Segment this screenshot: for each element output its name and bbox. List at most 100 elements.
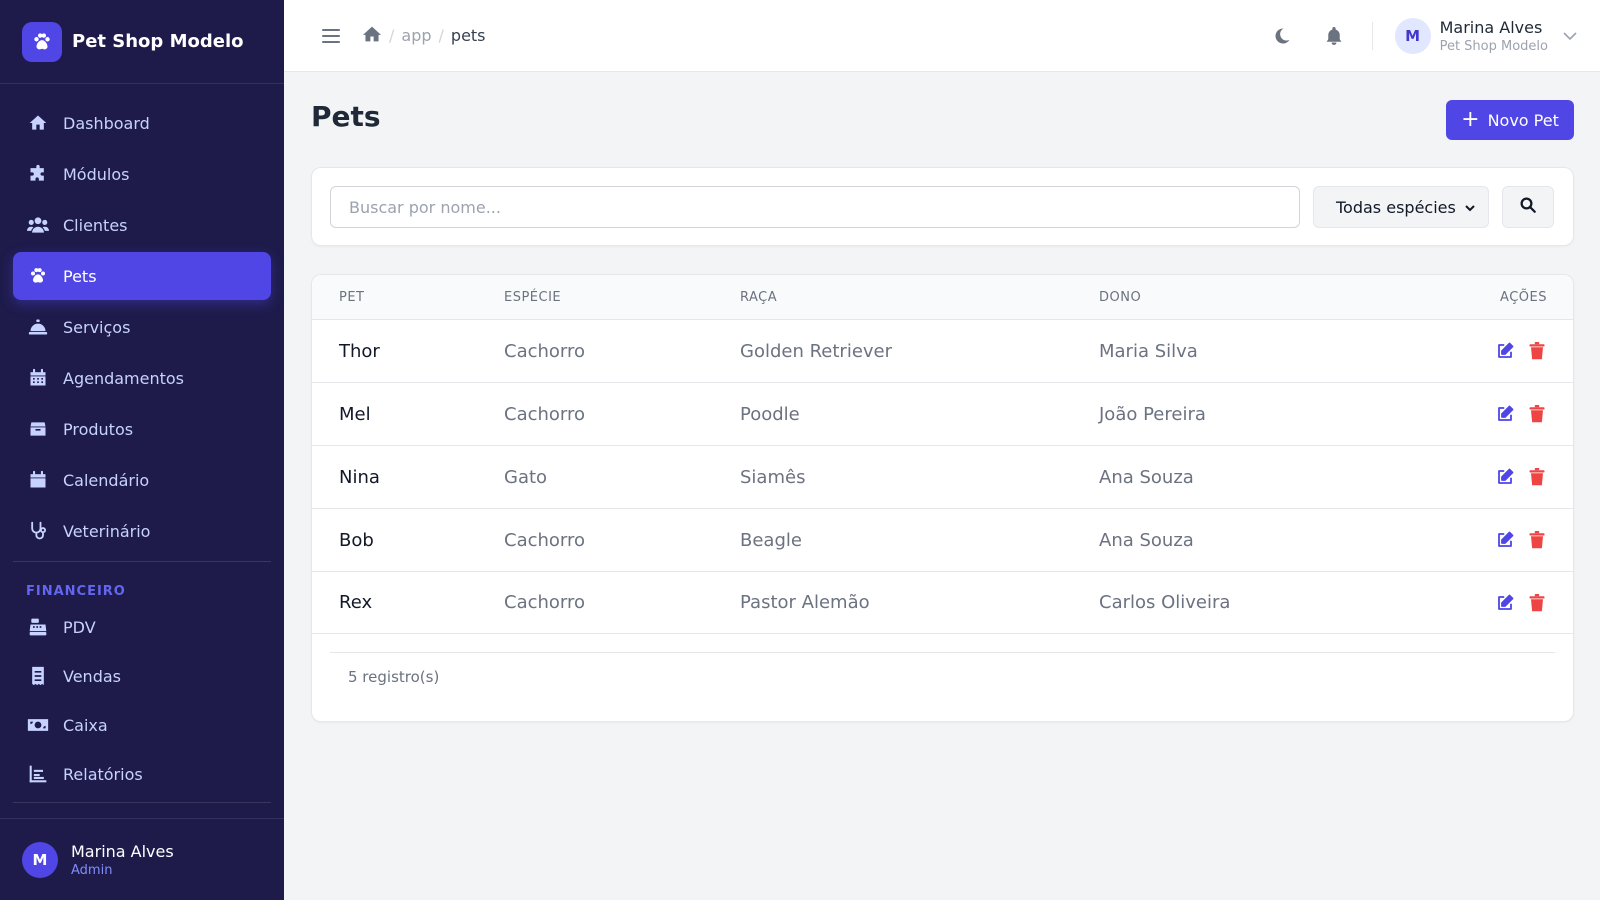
sidebar-nav: Dashboard Módulos Clientes Pets Serviços… <box>0 99 284 803</box>
cell-raca: Pastor Alemão <box>740 592 870 613</box>
bell-icon[interactable] <box>1322 24 1346 48</box>
row-actions <box>1483 467 1547 487</box>
new-pet-button-label: Novo Pet <box>1487 110 1559 130</box>
topbar-actions: M Marina Alves Pet Shop Modelo <box>1270 0 1600 72</box>
cell-pet: Bob <box>339 529 374 551</box>
box-icon <box>27 418 49 440</box>
avatar[interactable]: M <box>1394 18 1431 54</box>
page-title: Pets <box>311 100 381 133</box>
home-icon[interactable] <box>362 25 382 47</box>
breadcrumb-separator: / <box>389 26 395 45</box>
new-pet-button[interactable]: + Novo Pet <box>1446 100 1574 140</box>
cell-raca: Poodle <box>740 403 800 425</box>
sidebar-user-role: Admin <box>71 862 113 878</box>
trash-icon[interactable] <box>1527 593 1547 613</box>
column-header-acoes: AÇÕES <box>1500 289 1547 305</box>
edit-icon[interactable] <box>1495 593 1515 613</box>
species-select[interactable]: Todas espécies <box>1313 186 1489 228</box>
sidebar-item-label: Agendamentos <box>63 368 185 388</box>
column-header-raca: RAÇA <box>740 289 778 305</box>
avatar: M <box>22 841 58 878</box>
column-header-pet: PET <box>339 289 365 305</box>
sidebar-item-dashboard[interactable]: Dashboard <box>13 99 271 147</box>
trash-icon[interactable] <box>1527 404 1547 424</box>
cell-dono: João Pereira <box>1099 403 1206 425</box>
search-input[interactable] <box>330 186 1300 228</box>
sidebar-user-info: Marina Alves Admin <box>71 842 174 878</box>
edit-icon[interactable] <box>1495 530 1515 550</box>
home-icon <box>27 112 49 134</box>
plus-icon: + <box>1461 107 1480 132</box>
cell-raca: Beagle <box>740 529 802 551</box>
users-icon <box>27 214 49 236</box>
breadcrumb-app[interactable]: app <box>401 26 431 45</box>
cell-especie: Cachorro <box>504 529 586 551</box>
cell-dono: Ana Souza <box>1099 529 1194 551</box>
stethoscope-icon <box>27 520 49 542</box>
trash-icon[interactable] <box>1527 341 1547 361</box>
sidebar-item-veterinario[interactable]: Veterinário <box>13 507 271 555</box>
sidebar-item-label: Relatórios <box>63 764 143 784</box>
sidebar-item-produtos[interactable]: Produtos <box>13 405 271 453</box>
sidebar-item-label: Produtos <box>63 419 134 439</box>
chevron-down-icon <box>1464 200 1476 219</box>
paw-icon <box>27 265 49 287</box>
trash-icon[interactable] <box>1527 530 1547 550</box>
brand[interactable]: Pet Shop Modelo <box>0 0 284 84</box>
row-actions <box>1483 530 1547 550</box>
trash-icon[interactable] <box>1527 467 1547 487</box>
cell-especie: Cachorro <box>504 340 586 362</box>
sidebar-item-agendamentos[interactable]: Agendamentos <box>13 354 271 402</box>
sidebar-user[interactable]: M Marina Alves Admin <box>0 818 284 900</box>
sidebar-item-label: Dashboard <box>63 113 150 133</box>
chevron-down-icon[interactable] <box>1562 28 1578 44</box>
sidebar-item-servicos[interactable]: Serviços <box>13 303 271 351</box>
table-row: Bob Cachorro Beagle Ana Souza <box>312 508 1573 571</box>
receipt-icon <box>27 665 49 687</box>
table-row: Rex Cachorro Pastor Alemão Carlos Olivei… <box>312 571 1573 634</box>
money-bill-icon <box>27 714 49 736</box>
cell-especie: Gato <box>504 466 548 488</box>
user-menu[interactable]: Marina Alves Pet Shop Modelo <box>1440 18 1548 54</box>
cell-raca: Siamês <box>740 466 806 488</box>
table-header: PET ESPÉCIE RAÇA DONO AÇÕES <box>312 275 1573 319</box>
cell-pet: Nina <box>339 466 380 488</box>
sidebar-item-clientes[interactable]: Clientes <box>13 201 271 249</box>
sidebar-item-label: Clientes <box>63 215 128 235</box>
calendar-icon <box>27 469 49 491</box>
row-actions <box>1483 404 1547 424</box>
sidebar-item-label: Calendário <box>63 470 150 490</box>
sidebar-item-relatorios[interactable]: Relatórios <box>13 752 271 796</box>
column-header-especie: ESPÉCIE <box>504 289 562 305</box>
calendar-grid-icon <box>27 367 49 389</box>
edit-icon[interactable] <box>1495 467 1515 487</box>
brand-name: Pet Shop Modelo <box>72 31 244 52</box>
sidebar-item-label: Caixa <box>63 715 108 735</box>
sidebar-item-modulos[interactable]: Módulos <box>13 150 271 198</box>
moon-icon[interactable] <box>1270 24 1294 48</box>
edit-icon[interactable] <box>1495 404 1515 424</box>
sidebar-item-caixa[interactable]: Caixa <box>13 703 271 747</box>
record-count: 5 registro(s) <box>330 652 1555 686</box>
sidebar-item-label: Veterinário <box>63 521 151 541</box>
hamburger-menu-icon[interactable] <box>320 25 342 47</box>
sidebar-item-label: Pets <box>63 266 97 286</box>
edit-icon[interactable] <box>1495 341 1515 361</box>
sidebar-item-pdv[interactable]: PDV <box>13 605 271 649</box>
sidebar-item-pets[interactable]: Pets <box>13 252 271 300</box>
species-select-value: Todas espécies <box>1336 197 1456 217</box>
sidebar-item-label: Serviços <box>63 317 131 337</box>
table-row: Thor Cachorro Golden Retriever Maria Sil… <box>312 319 1573 382</box>
breadcrumb-current: pets <box>450 26 486 45</box>
row-actions <box>1483 341 1547 361</box>
pets-table: PET ESPÉCIE RAÇA DONO AÇÕES Thor Cachorr… <box>311 274 1574 722</box>
user-name: Marina Alves <box>1439 18 1543 37</box>
table-row: Nina Gato Siamês Ana Souza <box>312 445 1573 508</box>
sidebar-item-calendario[interactable]: Calendário <box>13 456 271 504</box>
cell-raca: Golden Retriever <box>740 340 893 362</box>
paw-logo-icon <box>22 21 62 62</box>
cell-dono: Maria Silva <box>1099 340 1198 362</box>
sidebar-item-vendas[interactable]: Vendas <box>13 654 271 698</box>
search-button[interactable] <box>1502 186 1554 228</box>
chart-icon <box>27 763 49 785</box>
